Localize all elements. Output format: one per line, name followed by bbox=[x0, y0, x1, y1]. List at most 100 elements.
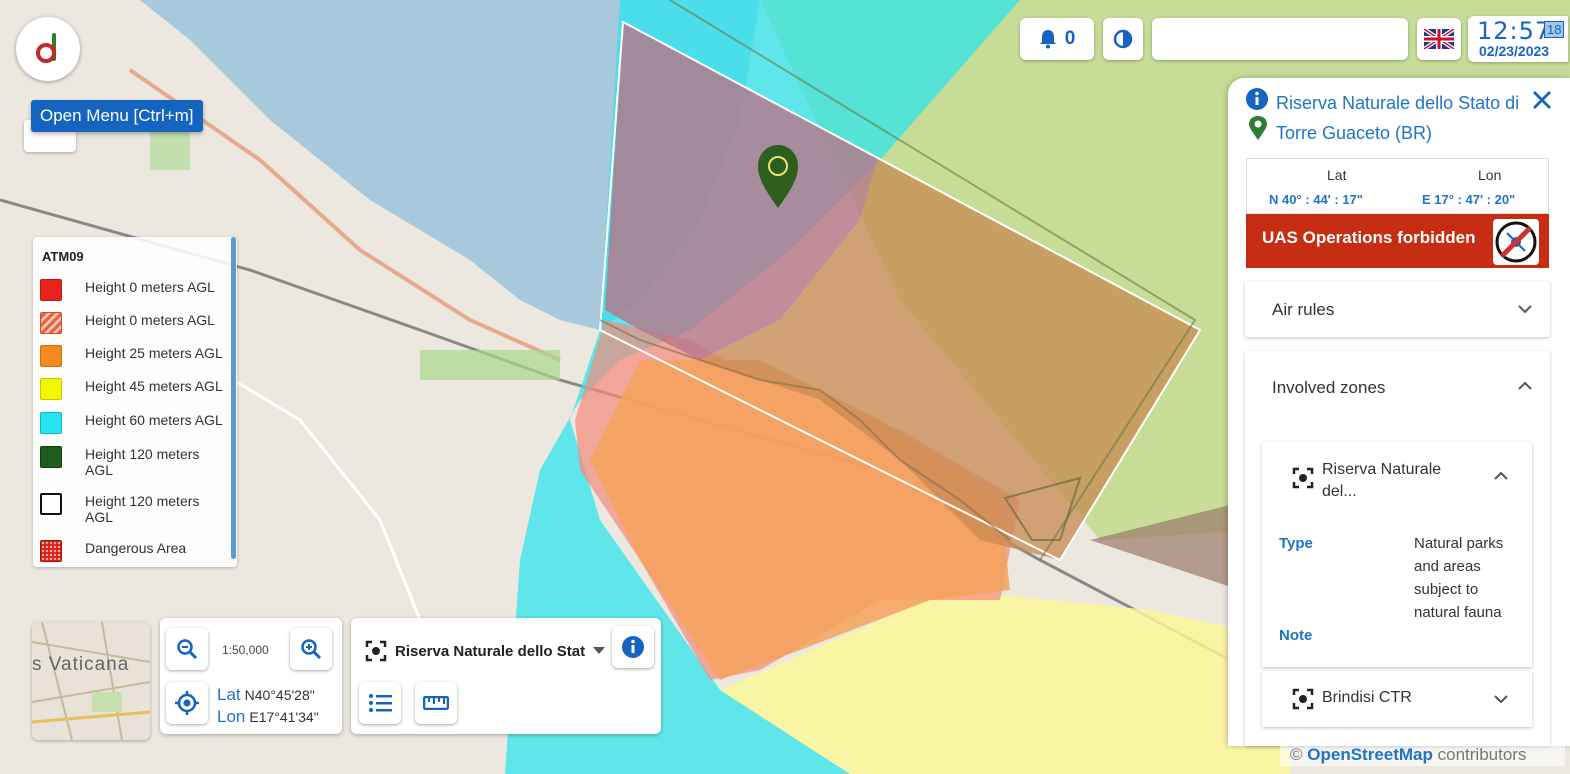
measure-button[interactable] bbox=[415, 682, 457, 724]
lon-value: E 17° : 47' : 20" bbox=[1422, 192, 1516, 207]
info-icon bbox=[622, 636, 644, 658]
legend-swatch bbox=[40, 312, 62, 334]
lat-value: N 40° : 44' : 17" bbox=[1269, 192, 1363, 207]
minimap-map bbox=[32, 622, 150, 740]
focus-icon bbox=[365, 640, 387, 662]
zone-type-value: Natural parks and areas subject to natur… bbox=[1414, 535, 1504, 621]
minimap-label: s Vaticana bbox=[32, 654, 130, 675]
crosshair-icon bbox=[175, 691, 199, 715]
map-legend: ATM09 Height 0 meters AGL Height 0 meter… bbox=[33, 237, 237, 567]
legend-swatch bbox=[40, 378, 62, 400]
zone-info-panel: Riserva Naturale dello Stato di Torre Gu… bbox=[1228, 78, 1570, 746]
legend-label: Height 45 meters AGL bbox=[85, 378, 223, 394]
zoom-coordinates-panel: 1:50,000 Lat N40°45'28" Lon E17°41'34" bbox=[160, 618, 342, 734]
legend-item: Dangerous Area bbox=[40, 540, 225, 562]
chevron-down-icon[interactable] bbox=[1494, 695, 1508, 704]
map-attribution: © OpenStreetMap contributors bbox=[1280, 744, 1565, 766]
legend-item: Height 45 meters AGL bbox=[40, 378, 225, 400]
close-icon bbox=[1533, 91, 1551, 109]
notifications-count: 0 bbox=[1064, 28, 1076, 49]
chevron-up-icon[interactable] bbox=[1494, 471, 1508, 480]
air-rules-accordion[interactable]: Air rules bbox=[1245, 281, 1550, 337]
attribution-suffix: contributors bbox=[1432, 745, 1527, 764]
legend-item: Height 0 meters AGL bbox=[40, 312, 225, 334]
zone-info-button[interactable] bbox=[612, 626, 654, 668]
chevron-down-icon bbox=[1518, 305, 1532, 314]
legend-item: Height 120 meters AGL bbox=[40, 446, 225, 478]
list-button[interactable] bbox=[359, 682, 401, 724]
focus-icon[interactable] bbox=[1292, 688, 1314, 710]
zoom-out-button[interactable] bbox=[166, 628, 208, 670]
zone-dropdown[interactable]: Riserva Naturale dello Stat bbox=[365, 640, 606, 662]
legend-swatch bbox=[40, 540, 62, 562]
lat-value: N40°45'28" bbox=[244, 687, 315, 703]
uas-status-text: UAS Operations forbidden bbox=[1262, 228, 1476, 247]
close-panel-button[interactable] bbox=[1532, 86, 1552, 117]
zone-note-key: Note bbox=[1279, 627, 1313, 644]
notifications-button[interactable]: 0 bbox=[1020, 18, 1094, 60]
lon-header: Lon bbox=[1478, 167, 1502, 183]
legend-item: Height 120 meters AGL bbox=[40, 493, 225, 525]
search-input[interactable] bbox=[1152, 18, 1408, 60]
ruler-icon bbox=[423, 696, 449, 710]
layer-opacity-button[interactable] bbox=[1103, 18, 1143, 60]
lat-header: Lat bbox=[1327, 167, 1347, 183]
legend-label: Height 0 meters AGL bbox=[85, 279, 215, 295]
cursor-coordinates: Lat N40°45'28" Lon E17°41'34" bbox=[217, 684, 319, 728]
lat-key: Lat bbox=[217, 685, 241, 704]
info-icon bbox=[1246, 88, 1268, 110]
zone-coordinates: Lat Lon N 40° : 44' : 17" E 17° : 47' : … bbox=[1246, 158, 1549, 214]
chevron-up-icon[interactable] bbox=[1518, 381, 1532, 390]
zone-card: Riserva Naturale del... Type Natural par… bbox=[1262, 442, 1532, 667]
bell-icon bbox=[1039, 30, 1056, 49]
caret-down-icon bbox=[593, 647, 606, 654]
zone-selector-panel: Riserva Naturale dello Stat bbox=[351, 618, 661, 734]
osm-link[interactable]: OpenStreetMap bbox=[1307, 745, 1433, 764]
lon-key: Lon bbox=[217, 707, 246, 726]
involved-zones-accordion: Involved zones Riserva Naturale del... T… bbox=[1245, 351, 1550, 746]
legend-title: ATM09 bbox=[42, 249, 84, 264]
legend-swatch bbox=[40, 446, 62, 468]
legend-label: Height 0 meters AGL bbox=[85, 312, 215, 328]
legend-item: Height 60 meters AGL bbox=[40, 412, 225, 434]
clock-seconds: 18 bbox=[1544, 21, 1565, 38]
focus-icon[interactable] bbox=[1292, 467, 1314, 489]
lon-value: E17°41'34" bbox=[249, 709, 319, 725]
no-drone-icon bbox=[1493, 219, 1539, 265]
zone-title-line2: Torre Guaceto (BR) bbox=[1276, 123, 1433, 143]
map-scale: 1:50,000 bbox=[222, 643, 269, 657]
zone-type-key: Type bbox=[1279, 535, 1313, 552]
zone-card[interactable]: Brindisi CTR bbox=[1262, 671, 1532, 727]
minimap[interactable]: s Vaticana bbox=[32, 622, 150, 740]
zone-card-name[interactable]: Riserva Naturale del... bbox=[1322, 459, 1462, 503]
app-logo[interactable] bbox=[16, 17, 80, 81]
legend-item: Height 25 meters AGL bbox=[40, 345, 225, 367]
locate-button[interactable] bbox=[166, 682, 208, 724]
zoom-out-icon bbox=[177, 639, 198, 660]
green-area bbox=[420, 350, 560, 380]
legend-swatch bbox=[40, 345, 62, 367]
clock-time: 12:57 bbox=[1477, 17, 1552, 45]
legend-label: Height 120 meters AGL bbox=[85, 493, 200, 525]
contrast-icon bbox=[1113, 29, 1133, 49]
copyright-symbol: © bbox=[1290, 745, 1303, 764]
logo-icon bbox=[36, 33, 56, 63]
legend-item: Height 0 meters AGL bbox=[40, 279, 225, 301]
legend-label: Height 60 meters AGL bbox=[85, 412, 223, 428]
legend-label: Dangerous Area bbox=[85, 540, 187, 556]
clock: 12:57 18 02/23/2023 bbox=[1468, 16, 1568, 62]
uas-status-banner: UAS Operations forbidden bbox=[1246, 214, 1549, 268]
zone-title: Riserva Naturale dello Stato di Torre Gu… bbox=[1276, 88, 1519, 148]
involved-zones-label: Involved zones bbox=[1272, 378, 1386, 397]
zoom-in-icon bbox=[301, 639, 322, 660]
legend-label: Height 120 meters AGL bbox=[85, 446, 200, 478]
legend-scrollbar[interactable] bbox=[231, 237, 236, 559]
zone-title-line1: Riserva Naturale dello Stato di bbox=[1276, 93, 1520, 113]
language-button[interactable] bbox=[1417, 18, 1461, 60]
legend-swatch bbox=[40, 493, 62, 515]
legend-swatch bbox=[40, 279, 62, 301]
zoom-in-button[interactable] bbox=[290, 628, 332, 670]
zone-card-name: Brindisi CTR bbox=[1322, 689, 1412, 706]
list-icon bbox=[369, 694, 392, 712]
legend-label: Height 25 meters AGL bbox=[85, 345, 223, 361]
